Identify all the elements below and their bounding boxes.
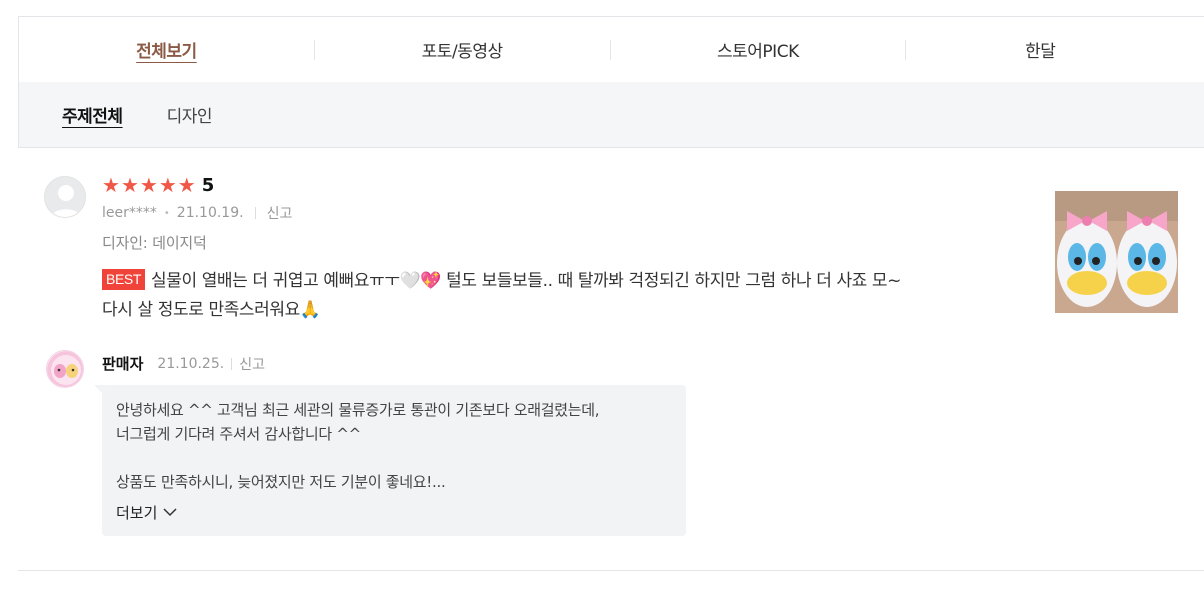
meta-dot: • (163, 207, 170, 219)
tab-store-pick[interactable]: 스토어PICK (610, 37, 905, 62)
review-date: 21.10.19. (176, 205, 244, 221)
default-profile-icon (45, 177, 85, 217)
reply-text-line: 상품도 만족하시니, 늦어졌지만 저도 기분이 좋네요!... (116, 473, 446, 491)
best-badge: BEST (102, 269, 145, 290)
star-icon: ★ (102, 173, 120, 197)
review-rating: ★ ★ ★ ★ ★ 5 (102, 174, 214, 196)
tab-all[interactable]: 전체보기 (19, 37, 314, 62)
review-text-line: 다시 살 정도로 만족스러워요🙏 (102, 300, 321, 320)
seller-logo-icon (47, 351, 83, 387)
topic-filter-bar: 주제전체 디자인 (18, 82, 1204, 148)
review-photo-thumbnail[interactable] (1055, 191, 1178, 313)
reply-text-line: 안녕하세요 ^^ 고객님 최근 세관의 물류증가로 통관이 기존보다 오래걸렸는… (116, 401, 600, 419)
reviewer-avatar (44, 176, 86, 218)
purchase-option: 디자인: 데이지덕 (102, 234, 207, 252)
meta-divider (231, 357, 233, 370)
reply-text-line: 너그럽게 기다려 주셔서 감사합니다 ^^ (116, 425, 361, 443)
review-text-line: 실물이 열배는 더 귀엽고 예뻐요ㅠㅜ🤍💖 털도 보들보들.. 때 탈까봐 걱정… (150, 271, 902, 291)
review-divider (18, 570, 1204, 571)
seller-reply-box: 안녕하세요 ^^ 고객님 최근 세관의 물류증가로 통관이 기존보다 오래걸렸는… (94, 385, 686, 536)
rating-score: 5 (201, 174, 215, 196)
reply-date: 21.10.25. (157, 355, 225, 372)
reviewer-id: leer**** (102, 205, 157, 221)
report-link[interactable]: 신고 (267, 203, 293, 223)
more-button[interactable]: 더보기 (116, 502, 672, 523)
subtab-all-topics[interactable]: 주제전체 (62, 102, 123, 127)
review-meta: leer**** • 21.10.19. 신고 (102, 203, 292, 223)
review-text: BEST 실물이 열배는 더 귀엽고 예뻐요ㅠㅜ🤍💖 털도 보들보들.. 때 탈까… (102, 267, 1032, 325)
star-icon: ★ (120, 173, 139, 197)
star-icon: ★ (177, 173, 196, 197)
star-icon: ★ (139, 173, 158, 197)
tab-monthly[interactable]: 한달 (906, 37, 1204, 62)
tab-photo-video[interactable]: 포토/동영상 (315, 37, 610, 62)
seller-reply-header: 판매자 21.10.25. 신고 (102, 353, 265, 374)
duck-slippers-image (1055, 191, 1178, 313)
more-label: 더보기 (116, 504, 158, 522)
report-link[interactable]: 신고 (239, 354, 265, 374)
seller-name: 판매자 (102, 355, 144, 373)
subtab-design[interactable]: 디자인 (167, 102, 213, 127)
meta-divider (254, 207, 256, 219)
star-icon: ★ (158, 173, 177, 197)
seller-avatar (46, 350, 84, 388)
chevron-down-icon (163, 508, 177, 517)
review-filter-tabs: 전체보기 포토/동영상 스토어PICK 한달 (18, 16, 1204, 83)
